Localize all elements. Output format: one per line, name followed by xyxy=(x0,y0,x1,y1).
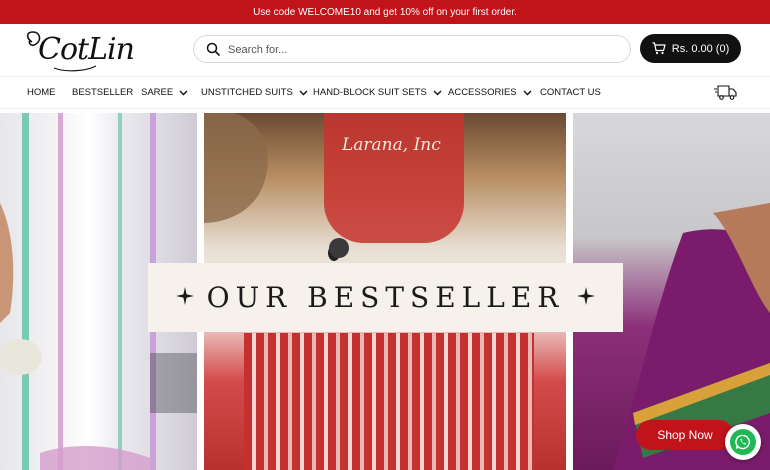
chevron-down-icon xyxy=(523,90,532,95)
nav-label: UNSTITCHED SUITS xyxy=(201,87,293,98)
banner-title: OUR BESTSELLER xyxy=(206,281,565,314)
nav-item-bestseller[interactable]: BESTSELLER xyxy=(72,77,133,108)
site-header: CotLin Rs. 0.00 (0) xyxy=(0,24,770,76)
chevron-down-icon xyxy=(299,90,308,95)
nav-label: SAREE xyxy=(141,87,174,98)
nav-label: BESTSELLER xyxy=(72,87,134,98)
nav-label: ACCESSORIES xyxy=(448,87,517,98)
whatsapp-icon-bg xyxy=(730,429,756,455)
signature-text: Larana, Inc xyxy=(342,135,441,155)
announcement-bar: Use code WELCOME10 and get 10% off on yo… xyxy=(0,0,770,24)
whatsapp-icon xyxy=(735,434,750,450)
sparkle-icon xyxy=(577,287,595,305)
nav-item-unstitched-suits[interactable]: UNSTITCHED SUITS xyxy=(201,77,308,108)
red-sari-pattern xyxy=(244,333,534,470)
hero-banner[interactable]: Larana, Inc OUR BESTSELLER xyxy=(0,113,770,470)
cart-label: Rs. 0.00 (0) xyxy=(671,42,730,55)
search-input[interactable] xyxy=(226,39,620,61)
cart-button[interactable]: Rs. 0.00 (0) xyxy=(640,34,741,63)
shop-now-label: Shop Now xyxy=(657,428,713,442)
chevron-down-icon xyxy=(433,90,442,95)
cart-icon xyxy=(652,42,666,55)
truck-icon[interactable] xyxy=(714,83,738,101)
nav-item-contact-us[interactable]: CONTACT US xyxy=(540,77,601,108)
nav-label: HOME xyxy=(27,87,56,98)
nav-item-saree[interactable]: SAREE xyxy=(141,77,188,108)
chevron-down-icon xyxy=(179,90,188,95)
nav-item-home[interactable]: HOME xyxy=(27,77,56,108)
sparkle-icon xyxy=(176,287,194,305)
search-bar[interactable] xyxy=(193,35,631,63)
site-logo[interactable]: CotLin xyxy=(24,28,135,72)
whatsapp-button[interactable] xyxy=(725,424,761,460)
bestseller-banner[interactable]: OUR BESTSELLER xyxy=(148,263,623,332)
nav-item-hand-block-suit-sets[interactable]: HAND-BLOCK SUIT SETS xyxy=(313,77,442,108)
search-icon xyxy=(206,42,220,56)
nav-label: HAND-BLOCK SUIT SETS xyxy=(313,87,427,98)
nav-label: CONTACT US xyxy=(540,87,601,98)
main-nav: HOME BESTSELLER SAREE UNSTITCHED SUITS H… xyxy=(0,76,770,109)
shop-now-button[interactable]: Shop Now xyxy=(636,420,734,450)
announcement-text: Use code WELCOME10 and get 10% off on yo… xyxy=(253,6,517,18)
nav-item-accessories[interactable]: ACCESSORIES xyxy=(448,77,532,108)
logo-text: CotLin xyxy=(38,32,135,67)
